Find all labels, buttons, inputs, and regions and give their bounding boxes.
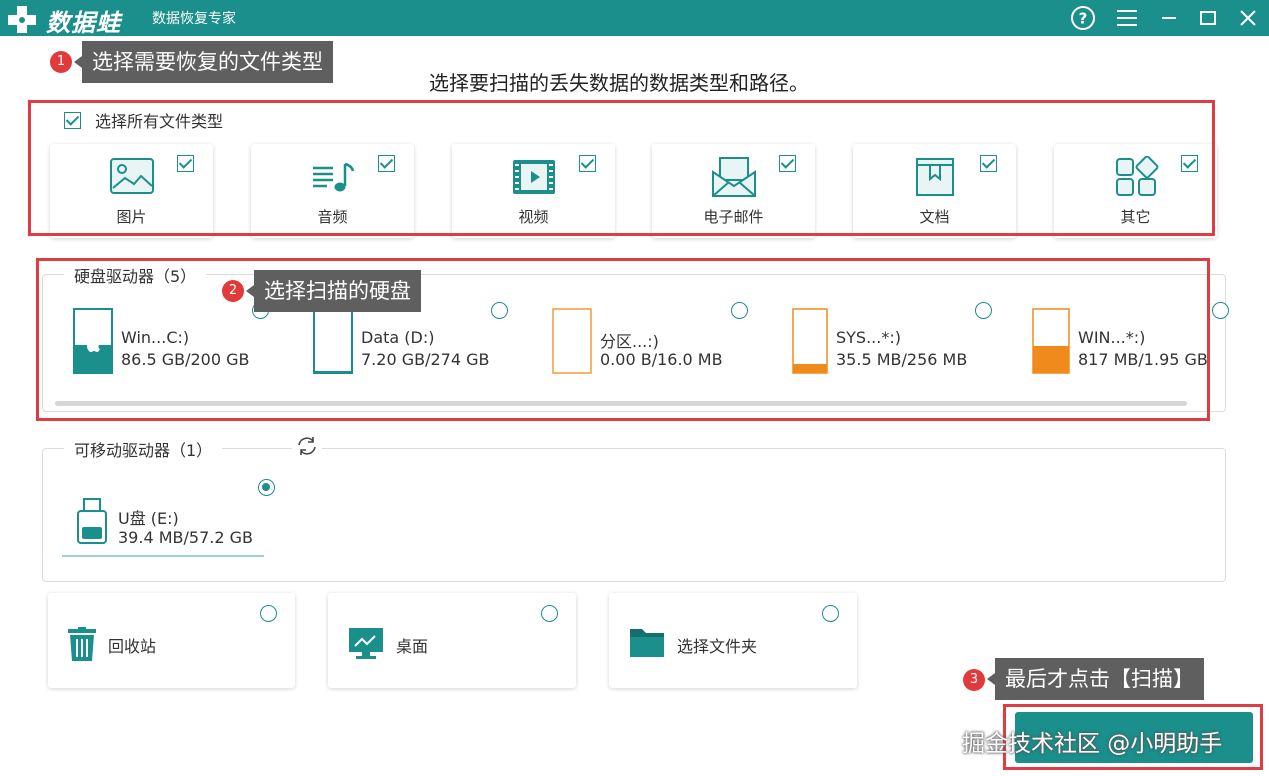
step-1-marker: 1 <box>50 51 72 73</box>
location-radio-folder[interactable] <box>822 605 839 622</box>
title-bar: 数据蛙 数据恢复专家 ? <box>0 0 1269 37</box>
logo-icon <box>8 6 36 33</box>
location-desktop[interactable]: 桌面 <box>328 593 576 688</box>
maximize-icon[interactable] <box>1194 4 1222 32</box>
location-radio-desktop[interactable] <box>541 605 558 622</box>
highlight-box-file-types <box>28 100 1215 236</box>
step-3-marker: 3 <box>963 669 985 691</box>
location-label: 桌面 <box>396 637 429 656</box>
drive-size: 39.4 MB/57.2 GB <box>118 528 253 547</box>
location-label: 回收站 <box>108 637 157 656</box>
highlight-box-hard-drives <box>36 258 1210 421</box>
location-radio-recycle-bin[interactable] <box>260 605 277 622</box>
usb-drive-icon <box>77 498 107 544</box>
drive-usb[interactable]: U盘 (E:) 39.4 MB/57.2 GB <box>62 495 264 557</box>
removable-title: 可移动驱动器（1） <box>64 437 223 461</box>
recycle-bin-icon <box>68 627 96 661</box>
location-label: 选择文件夹 <box>677 637 758 656</box>
drive-radio-usb[interactable] <box>258 479 275 496</box>
close-icon[interactable] <box>1234 4 1262 32</box>
drive-radio-win[interactable] <box>1212 302 1229 319</box>
location-folder[interactable]: 选择文件夹 <box>609 593 857 688</box>
help-icon[interactable]: ? <box>1069 4 1097 32</box>
step-3-callout: 最后才点击【扫描】 <box>987 658 1204 700</box>
step-1-callout: 选择需要恢复的文件类型 <box>74 41 333 83</box>
drive-name: U盘 (E:) <box>118 509 179 528</box>
location-recycle-bin[interactable]: 回收站 <box>48 593 295 688</box>
app-name: 数据蛙 <box>46 9 121 37</box>
menu-icon[interactable] <box>1113 4 1141 32</box>
refresh-icon[interactable] <box>292 434 322 458</box>
svg-text:?: ? <box>1079 10 1088 28</box>
desktop-icon <box>349 628 383 659</box>
folder-icon <box>630 629 664 657</box>
app-subtitle: 数据恢复专家 <box>152 11 236 27</box>
selection-underline <box>62 555 264 557</box>
page-heading: 选择要扫描的丢失数据的数据类型和路径。 <box>429 71 809 95</box>
watermark: 掘金技术社区 @小明助手 <box>962 731 1223 757</box>
minimize-icon[interactable] <box>1155 4 1183 32</box>
